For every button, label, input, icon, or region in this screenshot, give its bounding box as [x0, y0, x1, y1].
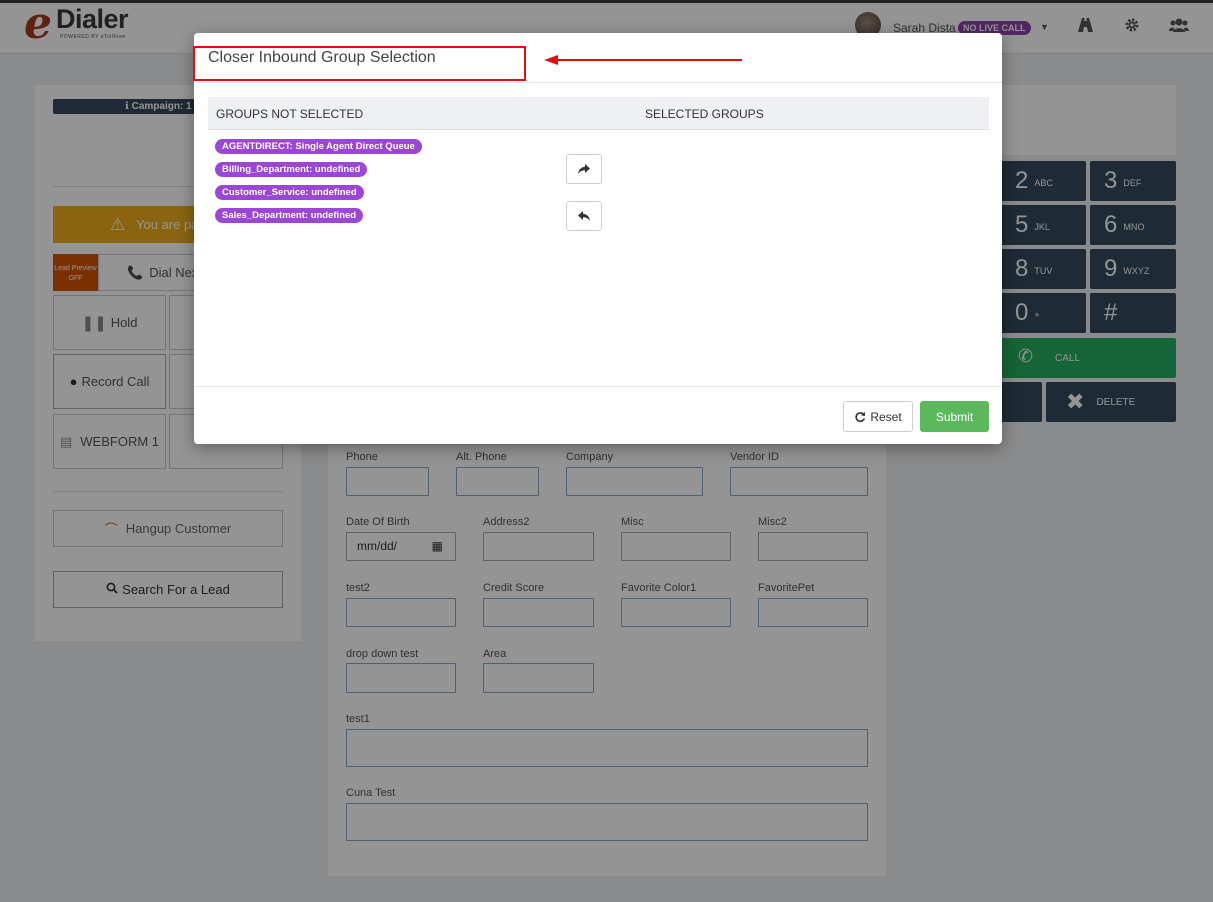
- reset-label: Reset: [870, 409, 902, 424]
- refresh-icon: [855, 411, 866, 422]
- modal-header-divider: [194, 82, 1002, 83]
- title-highlight-box: [193, 46, 526, 81]
- share-icon: [578, 164, 590, 174]
- submit-button[interactable]: Submit: [920, 401, 989, 432]
- group-item-agentdirect[interactable]: AGENTDIRECT: Single Agent Direct Queue: [215, 139, 422, 154]
- group-item-customer-service[interactable]: Customer_Service: undefined: [215, 185, 364, 200]
- move-to-selected-button[interactable]: [566, 154, 602, 184]
- closer-inbound-group-modal: Closer Inbound Group Selection GROUPS NO…: [193, 33, 1002, 444]
- modal-footer-divider: [194, 386, 1002, 387]
- reply-icon: [578, 211, 590, 221]
- move-to-not-selected-button[interactable]: [566, 201, 602, 231]
- groups-not-selected-header: GROUPS NOT SELECTED: [216, 107, 364, 121]
- reset-button[interactable]: Reset: [843, 401, 913, 432]
- group-item-billing-department[interactable]: Billing_Department: undefined: [215, 162, 368, 177]
- annotation-arrow-icon: [544, 55, 742, 65]
- groups-table-header: GROUPS NOT SELECTED SELECTED GROUPS: [208, 97, 989, 130]
- group-item-sales-department[interactable]: Sales_Department: undefined: [215, 208, 364, 223]
- selected-groups-header: SELECTED GROUPS: [645, 107, 764, 121]
